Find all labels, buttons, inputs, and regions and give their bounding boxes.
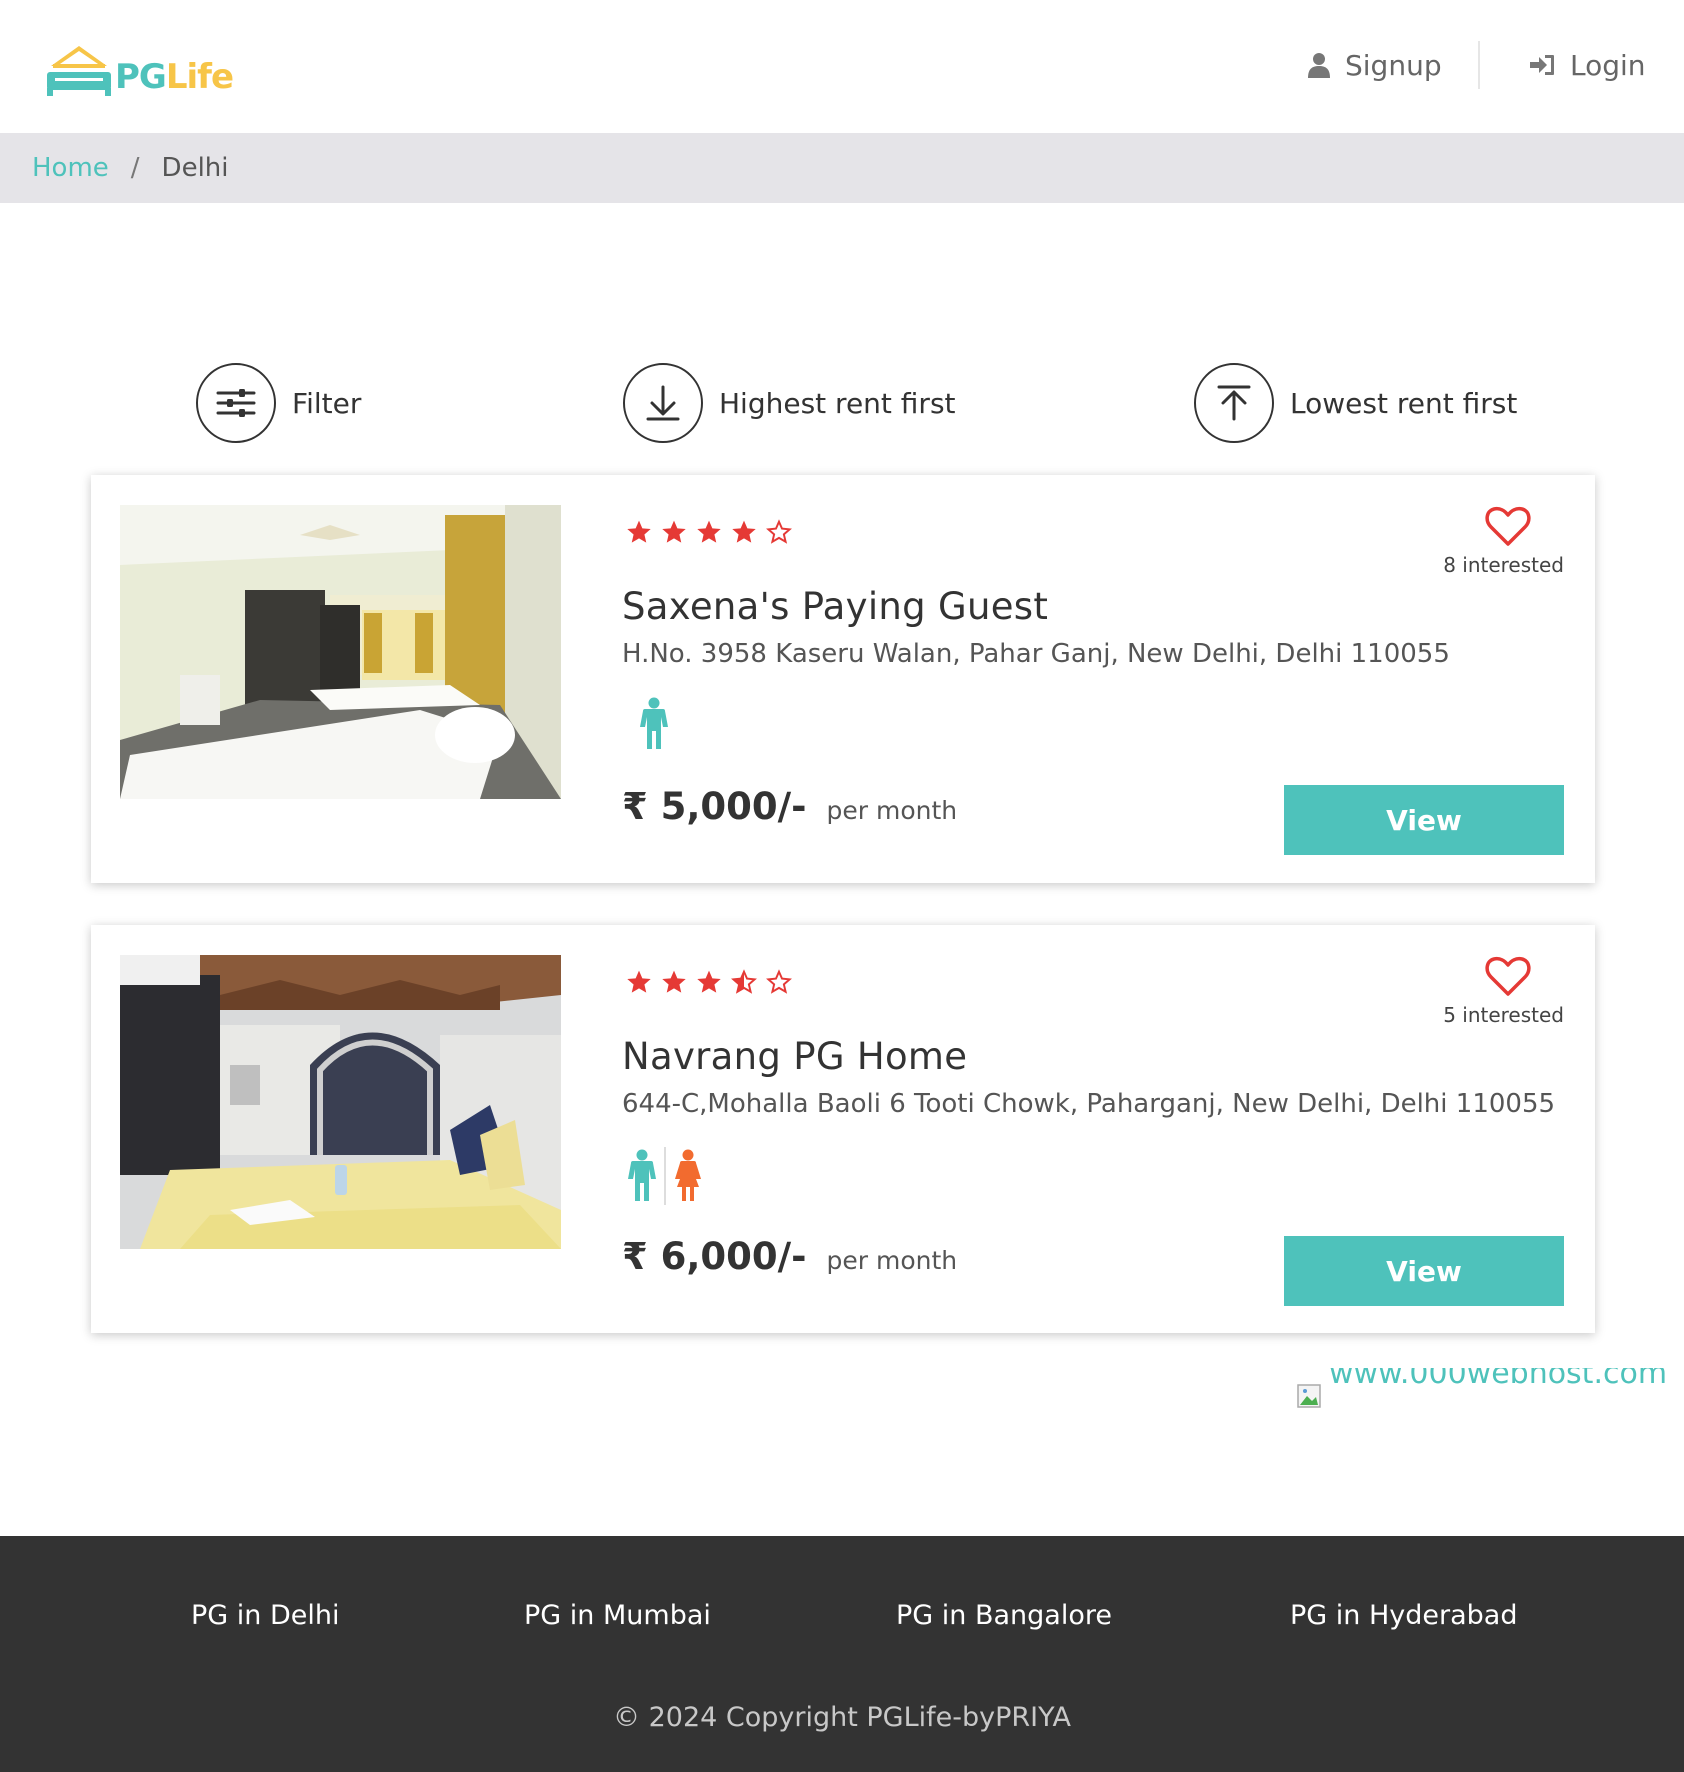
nav-divider	[1478, 41, 1480, 89]
logo-text-life: Life	[165, 57, 234, 97]
pg-card: 5 interested Navrang PG Home 644-C,Mohal…	[91, 925, 1595, 1333]
star-full-icon	[692, 965, 726, 999]
site-footer: PG in Delhi PG in Mumbai PG in Bangalore…	[0, 1536, 1684, 1772]
room-photo-image	[120, 505, 561, 799]
view-button[interactable]: View	[1284, 1236, 1564, 1306]
sign-in-icon	[1530, 55, 1554, 75]
rent-unit: per month	[826, 796, 958, 825]
gender-icons	[622, 1147, 708, 1205]
gender-icons	[622, 697, 674, 751]
signup-label: Signup	[1345, 48, 1442, 82]
gender-divider	[664, 1147, 666, 1205]
star-full-icon	[622, 965, 656, 999]
star-full-icon	[657, 965, 691, 999]
lowest-rent-label: Lowest rent first	[1290, 386, 1518, 420]
view-button[interactable]: View	[1284, 785, 1564, 855]
logo-text-pg: PG	[115, 57, 167, 97]
rating-stars	[622, 965, 797, 999]
breadcrumb-current: Delhi	[161, 153, 229, 183]
pglife-logo[interactable]: PGLife	[45, 38, 234, 98]
breadcrumb: Home / Delhi	[0, 133, 1684, 203]
arrow-up-icon	[1217, 385, 1251, 421]
house-bed-logo-icon	[47, 46, 111, 96]
star-half-icon	[727, 965, 761, 999]
footer-link-mumbai[interactable]: PG in Mumbai	[524, 1600, 711, 1631]
rent: ₹ 6,000/- per month	[622, 1235, 957, 1278]
breadcrumb-home-link[interactable]: Home	[32, 153, 109, 183]
pg-name: Navrang PG Home	[622, 1035, 968, 1078]
rent: ₹ 5,000/- per month	[622, 785, 957, 828]
copyright-text: © 2024 Copyright PGLife-byPRIYA	[613, 1702, 1071, 1733]
site-header: PGLife Signup Login	[0, 0, 1684, 133]
rating-stars	[622, 515, 797, 549]
heart-outline-icon[interactable]	[1485, 505, 1531, 547]
interested-count: 5 interested	[1443, 1003, 1564, 1027]
sort-highest-button[interactable]: Highest rent first	[623, 363, 956, 443]
star-full-icon	[692, 515, 726, 549]
filter-label: Filter	[292, 386, 362, 420]
login-label: Login	[1570, 48, 1646, 82]
pg-name: Saxena's Paying Guest	[622, 585, 1049, 628]
room-photo-image	[120, 955, 561, 1249]
filter-button[interactable]: Filter	[196, 363, 361, 443]
breadcrumb-separator: /	[130, 153, 140, 183]
footer-link-delhi[interactable]: PG in Delhi	[191, 1600, 340, 1631]
pg-address: 644-C,Mohalla Baoli 6 Tooti Chowk, Pahar…	[622, 1089, 1556, 1119]
login-link[interactable]: Login	[1528, 45, 1646, 85]
lowest-icon-circle	[1194, 363, 1274, 443]
star-full-icon	[657, 515, 691, 549]
arrow-down-icon	[646, 385, 680, 421]
watermark-text: www.000webhost.com	[1329, 1368, 1668, 1391]
user-icon	[1308, 53, 1330, 78]
highest-icon-circle	[623, 363, 703, 443]
footer-link-bangalore[interactable]: PG in Bangalore	[896, 1600, 1112, 1631]
heart-outline-icon[interactable]	[1485, 955, 1531, 997]
broken-image-icon	[1297, 1384, 1321, 1408]
male-icon	[640, 697, 668, 749]
star-empty-icon	[762, 515, 796, 549]
footer-link-hyderabad[interactable]: PG in Hyderabad	[1290, 1600, 1517, 1631]
pg-address: H.No. 3958 Kaseru Walan, Pahar Ganj, New…	[622, 639, 1450, 669]
interested-count: 8 interested	[1443, 553, 1564, 577]
pg-card: 8 interested Saxena's Paying Guest H.No.…	[91, 475, 1595, 883]
pg-photo[interactable]	[120, 955, 561, 1249]
sliders-icon	[216, 389, 256, 417]
filter-icon-circle	[196, 363, 276, 443]
male-icon	[628, 1149, 656, 1201]
star-full-icon	[727, 515, 761, 549]
female-icon	[675, 1149, 701, 1201]
star-full-icon	[622, 515, 656, 549]
rent-amount: ₹ 5,000/-	[622, 785, 807, 828]
signup-link[interactable]: Signup	[1307, 45, 1442, 85]
rent-unit: per month	[826, 1246, 958, 1275]
star-empty-icon	[762, 965, 796, 999]
rent-amount: ₹ 6,000/-	[622, 1235, 807, 1278]
webhost-watermark[interactable]: www.000webhost.com	[1297, 1368, 1667, 1416]
pg-photo[interactable]	[120, 505, 561, 799]
logo-text: PGLife	[115, 57, 234, 97]
highest-rent-label: Highest rent first	[719, 386, 956, 420]
sort-lowest-button[interactable]: Lowest rent first	[1194, 363, 1517, 443]
